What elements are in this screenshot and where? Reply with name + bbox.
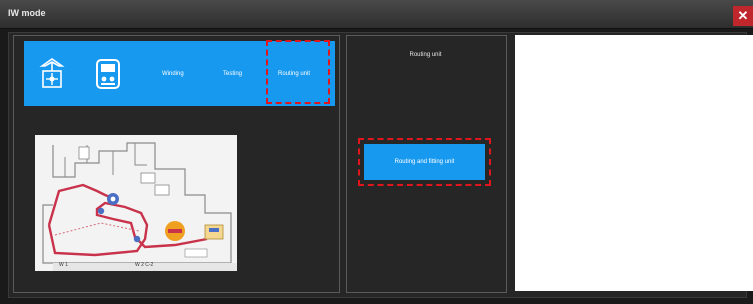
title-bar: IW mode ✕ bbox=[0, 0, 753, 29]
preview-panel bbox=[515, 35, 753, 291]
window-title: IW mode bbox=[8, 8, 46, 18]
routing-action-highlight: Routing and fitting unit bbox=[358, 138, 491, 186]
robot-arm-button[interactable] bbox=[36, 55, 68, 93]
route-map-drawing bbox=[35, 135, 237, 271]
map-label-w1: W 1 bbox=[59, 262, 68, 268]
map-label-w2: W 2 C-2 bbox=[135, 262, 154, 268]
close-button[interactable]: ✕ bbox=[733, 6, 753, 26]
routing-unit-highlight bbox=[266, 40, 330, 104]
tab-testing[interactable]: Testing bbox=[223, 71, 242, 77]
close-icon: ✕ bbox=[737, 8, 749, 23]
robot-arm-icon bbox=[39, 58, 65, 88]
controller-icon bbox=[96, 59, 120, 89]
route-map: W 1 W 2 C-2 bbox=[35, 135, 237, 271]
controller-button[interactable] bbox=[92, 55, 124, 93]
routing-unit-title: Routing unit bbox=[409, 52, 442, 58]
tab-winding[interactable]: Winding bbox=[162, 71, 184, 77]
routing-and-fitting-unit-button[interactable]: Routing and fitting unit bbox=[364, 144, 485, 180]
